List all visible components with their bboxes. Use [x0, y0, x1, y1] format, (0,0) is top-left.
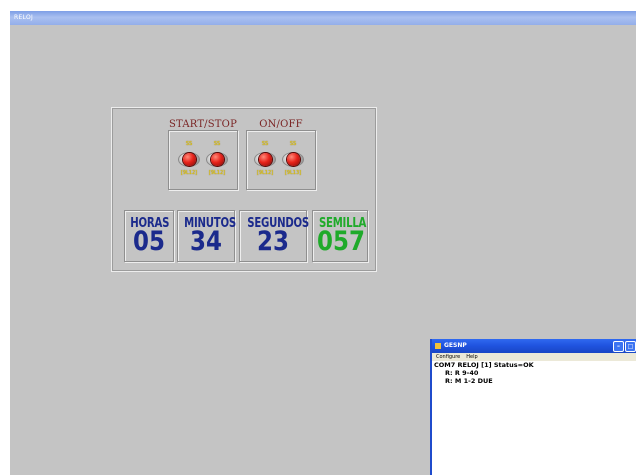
- button-bottom-label: [9L12]: [208, 170, 226, 176]
- button-top-label: SS: [185, 141, 193, 147]
- menu-configure[interactable]: Configure: [436, 354, 460, 360]
- red-button-icon[interactable]: [210, 153, 224, 166]
- button-bezel[interactable]: [254, 152, 276, 167]
- gesnp-menubar: Configure Help: [432, 353, 636, 361]
- button-bezel[interactable]: [282, 152, 304, 167]
- button-top-label: SS: [261, 141, 269, 147]
- minutos-display: MINUTOS 34: [177, 210, 236, 262]
- button-bottom-label: [9L12]: [180, 170, 198, 176]
- button-top-label: SS: [289, 141, 297, 147]
- minimize-icon[interactable]: –: [613, 341, 624, 352]
- button-top-label: SS: [213, 141, 221, 147]
- start-stop-button-2[interactable]: SS [9L12]: [205, 141, 229, 176]
- gesnp-window: GESNP – □ Configure Help COM7 RELOJ [1] S…: [430, 339, 636, 475]
- maximize-icon[interactable]: □: [625, 341, 636, 352]
- red-button-icon[interactable]: [182, 153, 196, 166]
- on-off-title: ON/OFF: [259, 119, 303, 130]
- horas-value: 05: [133, 226, 165, 257]
- button-bottom-label: [9L13]: [284, 170, 302, 176]
- semilla-display: SEMILLA 057: [312, 210, 368, 262]
- app-icon: [435, 342, 441, 349]
- button-bezel[interactable]: [206, 152, 228, 167]
- red-button-icon[interactable]: [258, 153, 272, 166]
- on-off-button-2[interactable]: SS [9L13]: [281, 141, 305, 176]
- button-bezel[interactable]: [178, 152, 200, 167]
- gesnp-titlebar[interactable]: GESNP – □: [432, 339, 636, 353]
- gesnp-log: COM7 RELOJ [1] Status=OK R: R 9-40 R: M …: [432, 361, 636, 385]
- start-stop-group: START/STOP SS [9L12] SS [9L12]: [168, 119, 238, 190]
- log-line: R: R 9-40: [445, 369, 479, 377]
- segundos-value: 23: [257, 226, 289, 257]
- button-bottom-label: [9L12]: [256, 170, 274, 176]
- clock-panel: START/STOP SS [9L12] SS [9L12] ON/OFF SS…: [111, 107, 377, 272]
- on-off-button-1[interactable]: SS [9L12]: [253, 141, 277, 176]
- log-line: COM7 RELOJ [1] Status=OK: [434, 361, 534, 369]
- log-line: R: M 1-2 DUE: [445, 377, 493, 385]
- reloj-titlebar[interactable]: RELOJ: [10, 11, 636, 25]
- on-off-group: ON/OFF SS [9L12] SS [9L13]: [246, 119, 316, 190]
- semilla-value: 057: [317, 226, 365, 257]
- red-button-icon[interactable]: [286, 153, 300, 166]
- horas-display: HORAS 05: [124, 210, 174, 262]
- window-title: RELOJ: [14, 14, 34, 21]
- segundos-display: SEGUNDOS 23: [239, 210, 309, 262]
- gesnp-title: GESNP: [444, 342, 467, 349]
- minutos-value: 34: [190, 226, 222, 257]
- start-stop-button-1[interactable]: SS [9L12]: [177, 141, 201, 176]
- menu-help[interactable]: Help: [466, 354, 477, 360]
- start-stop-title: START/STOP: [168, 119, 238, 130]
